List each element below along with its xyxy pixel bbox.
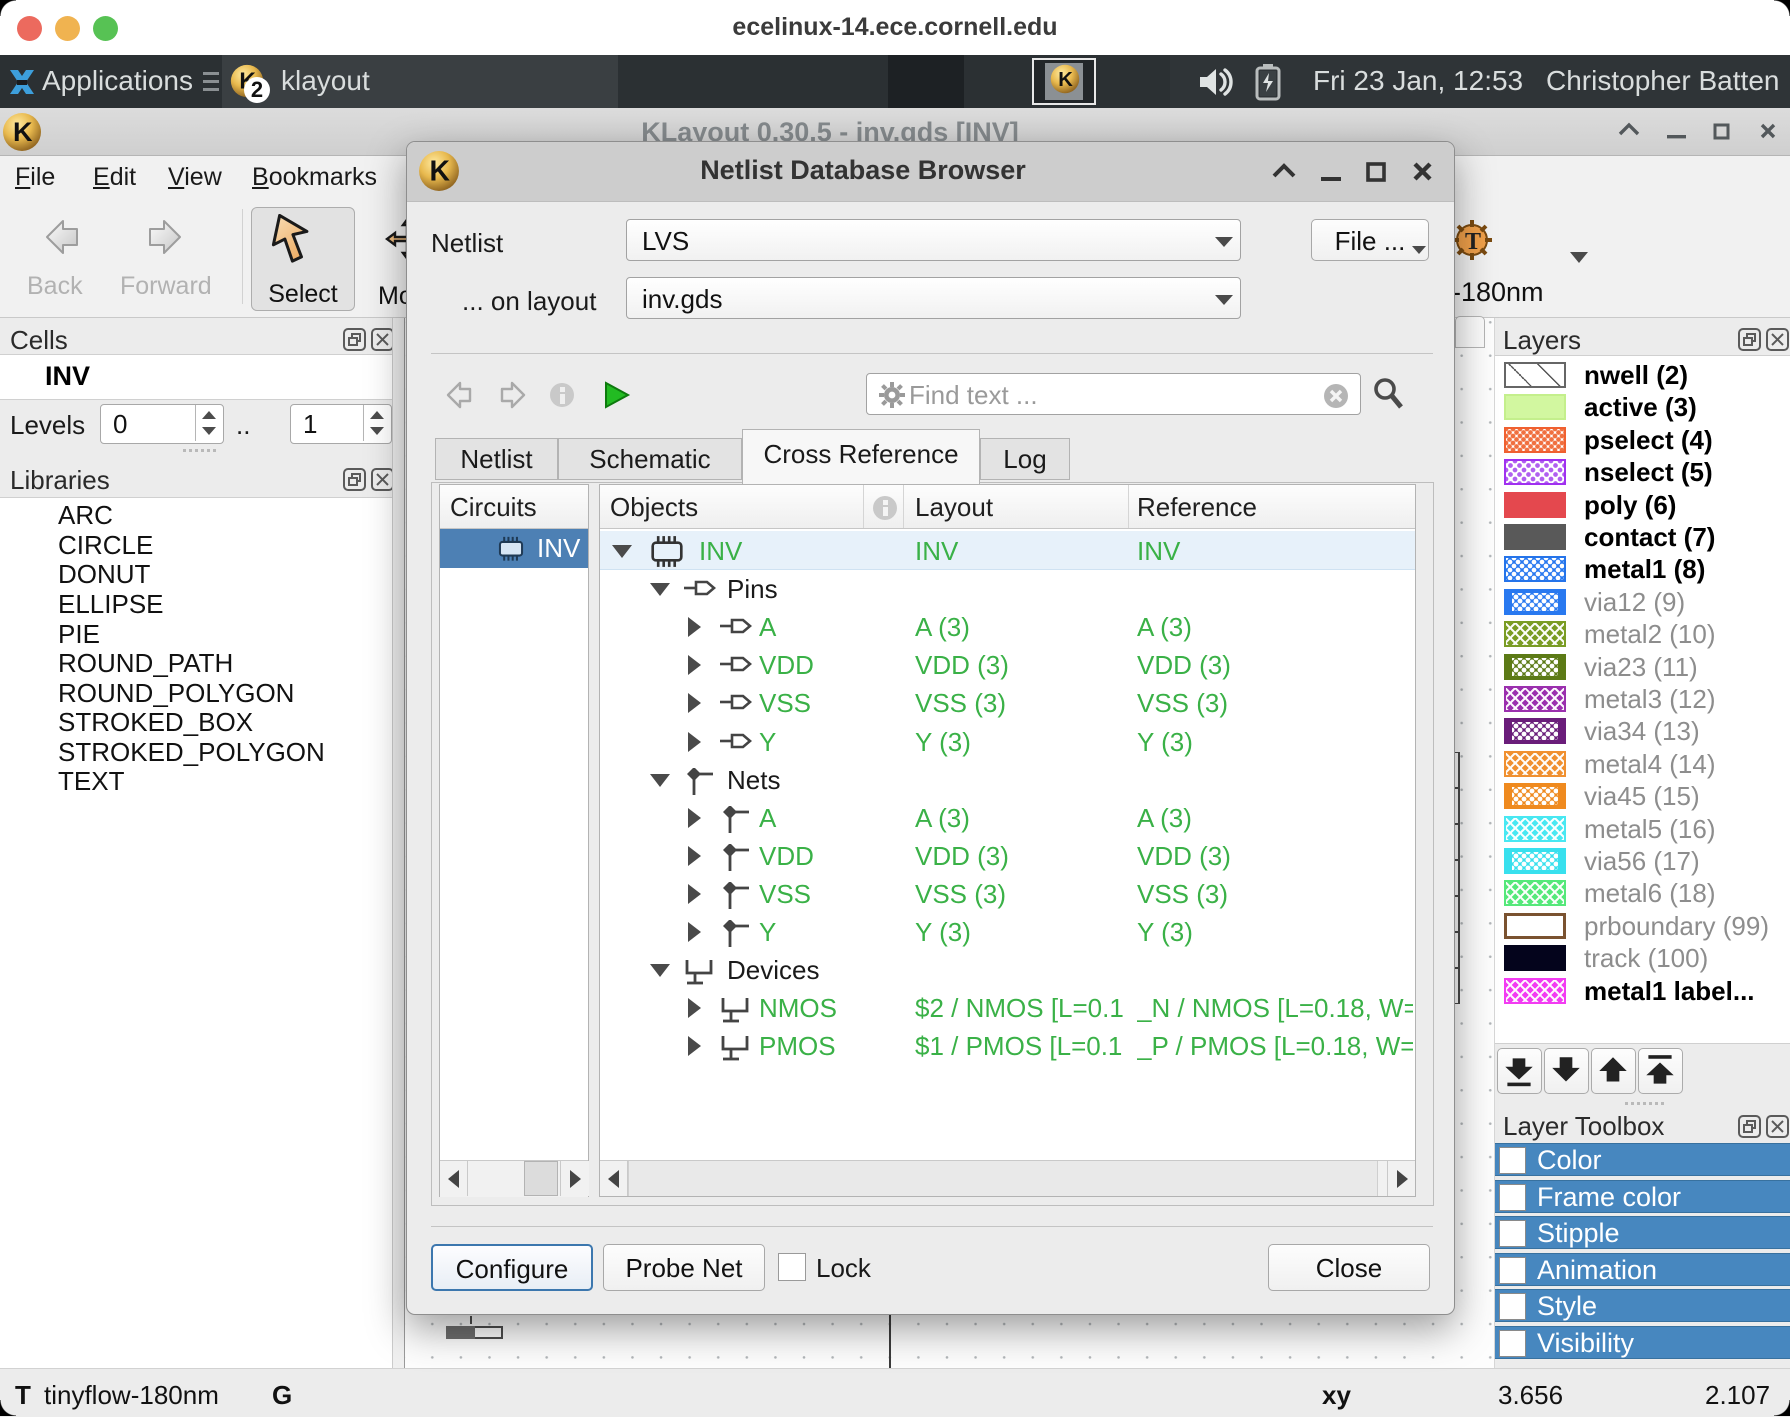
svg-text:T: T bbox=[1465, 229, 1481, 255]
svg-text:K: K bbox=[13, 117, 33, 147]
svg-text:K: K bbox=[1058, 69, 1073, 91]
